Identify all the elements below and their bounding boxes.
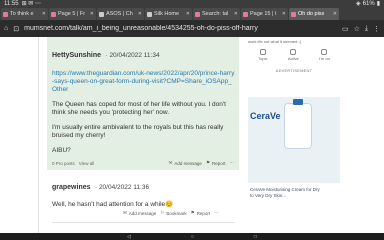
- close-icon[interactable]: ✕: [333, 8, 337, 20]
- tab-active[interactable]: Oh do piss ✕: [289, 8, 339, 20]
- favicon-icon: [291, 11, 296, 17]
- add-message-button[interactable]: ✉ Add message: [123, 210, 156, 216]
- post-author[interactable]: grapewines: [52, 184, 91, 191]
- favicon-icon: [99, 11, 104, 17]
- close-icon[interactable]: ✕: [186, 8, 190, 20]
- favicon-icon: [243, 11, 248, 17]
- topic-icon: [259, 49, 266, 55]
- post-date: · 20/04/2022 11:36: [94, 184, 150, 191]
- report-button[interactable]: ⚑ Report: [206, 160, 226, 166]
- tab-3[interactable]: ASOS | Ch ✕: [97, 8, 144, 20]
- menu-icon[interactable]: ⋮: [373, 25, 380, 33]
- close-icon[interactable]: ✕: [42, 8, 46, 20]
- post-paragraph: I'm usually entire ambivalent to the roy…: [52, 124, 224, 139]
- bookmark-icon: ⚐: [160, 210, 165, 215]
- tab-2[interactable]: Page 5 | Fr ✕: [49, 8, 96, 20]
- post-paragraph: AIBU?: [52, 147, 71, 154]
- address-bar: ⌂ ⊡ mumsnet.com/talk/am_i_being_unreason…: [0, 20, 384, 37]
- article-link[interactable]: https://www.theguardian.com/uk-news/2022…: [52, 70, 235, 94]
- active-button[interactable]: Active: [288, 49, 299, 61]
- post-actions: ✉ Add message ⚐ Bookmark ⚑ Report ⋯: [123, 210, 239, 216]
- message-icon: ✉: [168, 160, 173, 165]
- cast-icon[interactable]: ▭: [342, 25, 349, 33]
- view-all-link[interactable]: View all: [79, 161, 94, 166]
- back-icon[interactable]: ◁: [127, 234, 131, 240]
- user-icon: [321, 49, 328, 55]
- gutter-divider: [38, 37, 39, 233]
- ad-copy[interactable]: CeraVe Moisturising Cream for Dry to Ver…: [250, 187, 320, 198]
- close-icon[interactable]: ✕: [234, 8, 238, 20]
- post-header: grapewines · 20/04/2022 11:36: [52, 176, 235, 194]
- post-grapewines: grapewines · 20/04/2022 11:36 Well, he h…: [47, 173, 239, 231]
- pro-posts-label: 0 Pro posts: [52, 160, 75, 166]
- notification-icons: ⊞ ✉ ⋯: [21, 1, 41, 7]
- divider: [52, 222, 235, 223]
- flag-icon: ⚑: [190, 210, 195, 215]
- star-icon[interactable]: ☆: [354, 25, 360, 33]
- im-on-button[interactable]: I'm on: [319, 49, 330, 61]
- favicon-icon: [147, 11, 152, 17]
- status-time: 11:55: [4, 1, 19, 7]
- add-message-button[interactable]: ✉ Add message: [169, 160, 202, 166]
- tab-1[interactable]: To think e ✕: [1, 8, 48, 20]
- sidebar-buttons: Topic Active I'm on: [244, 46, 344, 64]
- wifi-icon: ◈: [356, 1, 361, 7]
- tab-4[interactable]: Silk Home ✕: [145, 8, 192, 20]
- battery-icon: ▮: [376, 1, 380, 7]
- tab-5[interactable]: Search: tal ✕: [193, 8, 240, 20]
- more-icon[interactable]: ⋯: [230, 160, 235, 166]
- message-icon: ✉: [123, 210, 127, 215]
- sidebar: work life not what it seemed :( Topic Ac…: [244, 37, 344, 233]
- battery-level: 61%: [362, 1, 375, 7]
- status-bar: 11:55 ⊞ ✉ ⋯ ◈ 61% ▮: [0, 0, 384, 8]
- active-icon: [290, 49, 297, 55]
- home-icon[interactable]: ⌂: [4, 25, 8, 32]
- related-thread-text[interactable]: work life not what it seemed :(: [244, 37, 344, 46]
- post-author[interactable]: HettySunshine: [52, 52, 101, 59]
- flag-icon: ⚑: [205, 160, 210, 165]
- tab-strip: To think e ✕ Page 5 | Fr ✕ ASOS | Ch ✕ Silk…: [0, 8, 384, 20]
- ad-brand: CeraVe: [250, 111, 281, 121]
- recents-icon[interactable]: □: [254, 234, 257, 240]
- post-paragraph: Well, he hasn't had attention for a whil…: [52, 201, 174, 208]
- ad-label: ADVERTISEMENT: [275, 68, 313, 73]
- lock-icon[interactable]: ⊡: [13, 25, 19, 33]
- ad-image[interactable]: CeraVe: [248, 97, 340, 183]
- close-icon[interactable]: ✕: [138, 8, 142, 20]
- favicon-icon: [3, 11, 8, 17]
- post-actions: 0 Pro posts View all ✉ Add message ⚑ Repor…: [52, 160, 234, 166]
- favicon-icon: [195, 11, 200, 17]
- post-paragraph: The Queen has coped for most of her life…: [52, 101, 226, 116]
- smiley-emoji: 😊: [165, 201, 174, 208]
- tab-6[interactable]: Page 15 | I ✕: [241, 8, 288, 20]
- favicon-icon: [51, 11, 56, 17]
- home-nav-icon[interactable]: ○: [191, 234, 194, 240]
- close-icon[interactable]: ✕: [90, 8, 94, 20]
- topic-button[interactable]: Topic: [258, 49, 268, 61]
- download-icon[interactable]: ⤓: [365, 25, 368, 33]
- url-field[interactable]: mumsnet.com/talk/am_i_being_unreasonable…: [24, 25, 337, 32]
- more-icon[interactable]: ⋯: [214, 210, 219, 216]
- system-nav-bar: ◁ ○ □: [0, 233, 384, 240]
- bookmark-button[interactable]: ⚐ Bookmark: [160, 210, 186, 216]
- report-button[interactable]: ⚑ Report: [191, 210, 211, 216]
- post-header: HettySunshine · 20/04/2022 11:34: [52, 44, 235, 62]
- product-bottle-icon: [284, 99, 312, 149]
- post-date: · 20/04/2022 11:34: [105, 52, 160, 59]
- close-icon[interactable]: ✕: [282, 8, 286, 20]
- post-hettysunshine: HettySunshine · 20/04/2022 11:34 https:/…: [47, 37, 239, 170]
